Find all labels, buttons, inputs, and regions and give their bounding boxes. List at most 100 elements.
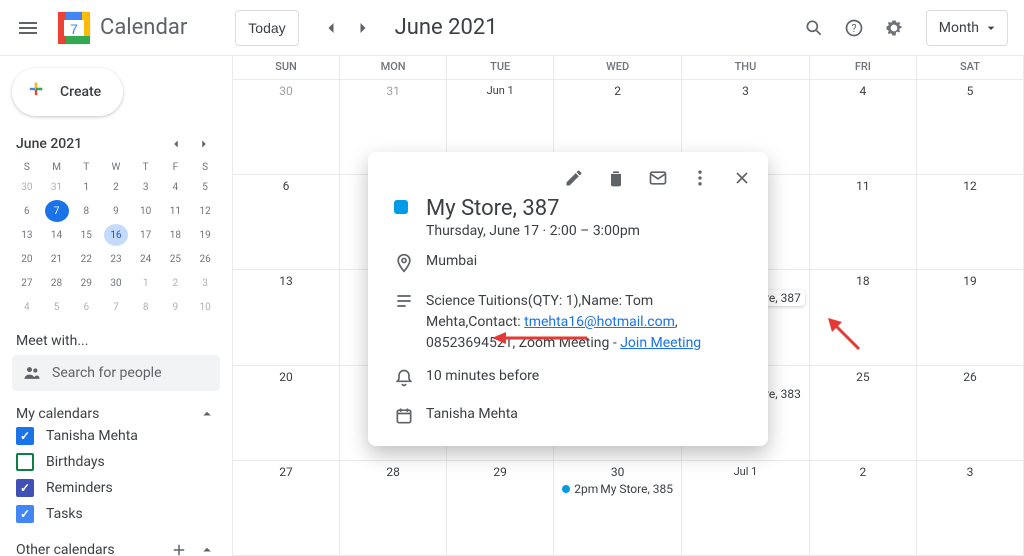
mini-day[interactable]: 19 — [193, 224, 217, 246]
calendar-item[interactable]: Tasks — [12, 501, 220, 527]
calendar-item[interactable]: Tanisha Mehta — [12, 423, 220, 449]
mini-day[interactable]: 1 — [134, 272, 158, 294]
mini-calendar[interactable]: SMTWTFS 30311234567891011121314151617181… — [12, 160, 220, 319]
mini-day[interactable]: 30 — [104, 272, 128, 294]
help-icon[interactable]: ? — [834, 8, 874, 48]
day-cell[interactable]: 26 — [917, 366, 1024, 461]
mini-day[interactable]: 10 — [134, 200, 158, 222]
day-cell[interactable]: Jul 1 — [682, 461, 810, 556]
mini-day[interactable]: 16 — [104, 224, 128, 246]
mini-day[interactable]: 7 — [45, 200, 69, 222]
mini-next-button[interactable] — [192, 132, 216, 156]
mini-day[interactable]: 9 — [104, 200, 128, 222]
day-cell[interactable]: 12 — [917, 175, 1024, 270]
mini-day[interactable]: 18 — [163, 224, 187, 246]
create-button[interactable]: Create — [12, 68, 123, 116]
mini-day[interactable]: 6 — [15, 200, 39, 222]
mini-day[interactable]: 1 — [74, 176, 98, 198]
day-cell[interactable]: 6 — [233, 175, 340, 270]
delete-event-button[interactable] — [598, 160, 634, 196]
day-cell[interactable]: 25 — [810, 366, 917, 461]
mini-day[interactable]: 15 — [74, 224, 98, 246]
day-cell[interactable]: 29 — [447, 461, 554, 556]
add-calendar-icon[interactable] — [170, 541, 188, 556]
mini-day[interactable]: 4 — [15, 296, 39, 318]
mini-day[interactable]: 13 — [15, 224, 39, 246]
mini-day[interactable]: 23 — [104, 248, 128, 270]
mini-day[interactable]: 21 — [45, 248, 69, 270]
mini-day[interactable]: 2 — [104, 176, 128, 198]
mini-day[interactable]: 3 — [134, 176, 158, 198]
day-cell[interactable]: 30 — [233, 80, 340, 175]
day-cell[interactable]: 302pm My Store, 385 — [554, 461, 682, 556]
search-people-input[interactable]: Search for people — [12, 355, 220, 391]
mini-day[interactable]: 31 — [45, 176, 69, 198]
create-label: Create — [60, 84, 101, 100]
contact-email-link[interactable]: tmehta16@hotmail.com — [524, 314, 675, 330]
mini-day[interactable]: 22 — [74, 248, 98, 270]
mini-prev-button[interactable] — [164, 132, 188, 156]
my-calendars-toggle[interactable]: My calendars — [12, 405, 220, 423]
meet-with-label: Meet with... — [16, 333, 220, 349]
day-number: 2 — [814, 465, 912, 479]
menu-icon[interactable] — [16, 16, 40, 40]
weekday-header: THU — [682, 56, 810, 80]
day-cell[interactable]: 3 — [917, 461, 1024, 556]
prev-month-button[interactable] — [315, 12, 347, 44]
mini-day[interactable]: 8 — [74, 200, 98, 222]
checkbox-icon[interactable] — [16, 505, 34, 523]
mini-day[interactable]: 12 — [193, 200, 217, 222]
day-cell[interactable]: 5 — [917, 80, 1024, 175]
mini-day[interactable]: 25 — [163, 248, 187, 270]
checkbox-icon[interactable] — [16, 479, 34, 497]
mini-day[interactable]: 24 — [134, 248, 158, 270]
today-button[interactable]: Today — [235, 10, 298, 46]
calendar-item[interactable]: Reminders — [12, 475, 220, 501]
mini-day[interactable]: 30 — [15, 176, 39, 198]
weekday-header: WED — [554, 56, 682, 80]
mini-day[interactable]: 5 — [193, 176, 217, 198]
mini-day[interactable]: 7 — [104, 296, 128, 318]
mini-day[interactable]: 3 — [193, 272, 217, 294]
mini-day[interactable]: 20 — [15, 248, 39, 270]
next-month-button[interactable] — [347, 12, 379, 44]
checkbox-icon[interactable] — [16, 453, 34, 471]
calendar-item[interactable]: Birthdays — [12, 449, 220, 475]
view-select[interactable]: Month — [926, 10, 1008, 46]
mini-day[interactable]: 17 — [134, 224, 158, 246]
mini-day[interactable]: 9 — [163, 296, 187, 318]
day-cell[interactable]: 20 — [233, 366, 340, 461]
search-icon[interactable] — [794, 8, 834, 48]
mini-day[interactable]: 11 — [163, 200, 187, 222]
email-guests-button[interactable] — [640, 160, 676, 196]
mini-day[interactable]: 8 — [134, 296, 158, 318]
mini-day[interactable]: 2 — [163, 272, 187, 294]
join-meeting-link[interactable]: Join Meeting — [620, 335, 701, 351]
day-cell[interactable]: 2 — [810, 461, 917, 556]
day-cell[interactable]: 18 — [810, 270, 917, 365]
mini-day[interactable]: 26 — [193, 248, 217, 270]
mini-day[interactable]: 5 — [45, 296, 69, 318]
day-cell[interactable]: 19 — [917, 270, 1024, 365]
day-cell[interactable]: 11 — [810, 175, 917, 270]
day-cell[interactable]: 28 — [340, 461, 447, 556]
day-cell[interactable]: 4 — [810, 80, 917, 175]
day-cell[interactable]: 27 — [233, 461, 340, 556]
mini-day[interactable]: 29 — [74, 272, 98, 294]
mini-day[interactable]: 28 — [45, 272, 69, 294]
options-button[interactable] — [682, 160, 718, 196]
day-cell[interactable]: 13 — [233, 270, 340, 365]
settings-icon[interactable] — [874, 8, 914, 48]
mini-day[interactable]: 4 — [163, 176, 187, 198]
checkbox-icon[interactable] — [16, 427, 34, 445]
other-calendars-toggle[interactable]: Other calendars — [12, 541, 220, 556]
mini-day[interactable]: 6 — [74, 296, 98, 318]
people-icon — [22, 363, 42, 383]
event-chip[interactable]: 2pm My Store, 385 — [558, 481, 677, 497]
close-button[interactable] — [724, 160, 760, 196]
edit-event-button[interactable] — [556, 160, 592, 196]
day-number: 19 — [921, 274, 1019, 288]
mini-day[interactable]: 10 — [193, 296, 217, 318]
mini-day[interactable]: 27 — [15, 272, 39, 294]
mini-day[interactable]: 14 — [45, 224, 69, 246]
